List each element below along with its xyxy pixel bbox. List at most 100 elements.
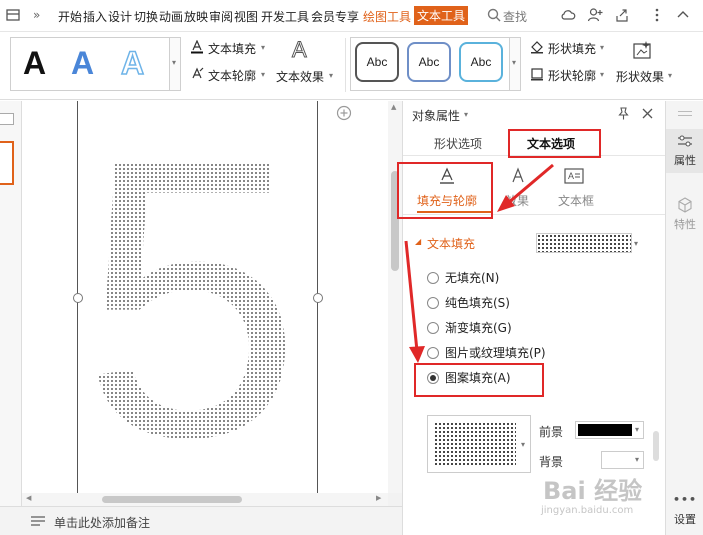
radio-picture-fill[interactable] (427, 347, 439, 359)
cloud-sync-icon[interactable] (560, 7, 576, 23)
ribbon-separator (345, 38, 346, 92)
menu-design[interactable]: 设计 (108, 8, 132, 25)
radio-no-fill[interactable] (427, 272, 439, 284)
shape-style-1[interactable]: Abc (355, 42, 399, 82)
search-icon[interactable] (486, 7, 502, 23)
menu-view[interactable]: 视图 (234, 8, 258, 25)
scroll-up-icon[interactable]: ▲ (391, 103, 396, 111)
foreground-color-picker[interactable]: ▾ (575, 421, 644, 439)
slide-thumbnail[interactable] (0, 141, 14, 185)
sidebar-features-button[interactable]: 特性 (666, 193, 703, 237)
menu-text-tools[interactable]: 文本工具 (414, 6, 469, 25)
shape-gallery-expand[interactable]: ▾ (510, 37, 521, 91)
radio-solid-fill[interactable] (427, 297, 439, 309)
tab-shape-options[interactable]: 形状选项 (434, 135, 482, 152)
text-outline-button[interactable]: 文本轮廓 (208, 67, 256, 84)
resize-handle-right[interactable] (313, 293, 323, 303)
text-fill-icon[interactable] (190, 40, 204, 54)
sidebar-properties-label: 属性 (674, 154, 696, 167)
option-gradient-fill[interactable]: 渐变填充(G) (427, 319, 512, 337)
shape-effects-button[interactable]: 形状效果 (616, 68, 664, 85)
pattern-picker[interactable]: ▾ (427, 415, 531, 473)
more-options-icon[interactable] (649, 7, 665, 23)
menu-member[interactable]: 会员专享 (311, 8, 359, 25)
notes-placeholder[interactable]: 单击此处添加备注 (54, 514, 150, 531)
slide-page[interactable]: 5 (22, 101, 388, 493)
menu-animation[interactable]: 动画 (159, 8, 183, 25)
vertical-scrollbar[interactable]: ▲ (388, 101, 402, 493)
pin-icon[interactable] (617, 107, 630, 120)
panel-title[interactable]: 对象属性 (412, 107, 460, 124)
scroll-right-icon[interactable]: ▶ (376, 494, 381, 502)
pattern-filled-text[interactable]: 5 (82, 135, 312, 455)
background-label: 背景 (539, 455, 564, 469)
label-no-fill: 无填充(N) (445, 271, 500, 285)
shape-style-2[interactable]: Abc (407, 42, 451, 82)
highlight-fill-outline (397, 162, 493, 219)
wordart-style-black[interactable]: A (23, 46, 46, 80)
fill-pattern-preview[interactable] (536, 233, 632, 253)
notes-bar[interactable]: 单击此处添加备注 (0, 506, 402, 535)
menu-insert[interactable]: 插入 (83, 8, 107, 25)
effects-icon[interactable] (509, 167, 527, 185)
add-circle-icon[interactable] (336, 105, 352, 121)
textbox-icon[interactable]: A (564, 167, 584, 185)
menu-slideshow[interactable]: 放映 (184, 8, 208, 25)
menu-transition[interactable]: 切换 (134, 8, 158, 25)
subtab-effects[interactable]: 效果 (505, 192, 529, 209)
watermark-brand: Bai 经验 (543, 477, 643, 505)
wordart-gallery-expand[interactable]: ▾ (170, 37, 181, 91)
pattern-preview (434, 422, 516, 466)
shape-outline-button[interactable]: 形状轮廓 (548, 67, 596, 84)
text-fill-button[interactable]: 文本填充 (208, 40, 256, 57)
horizontal-scrollbar[interactable]: ◀ ▶ (22, 493, 388, 506)
option-picture-fill[interactable]: 图片或纹理填充(P) (427, 344, 546, 362)
highlight-pattern-fill (414, 363, 544, 397)
digit-five: 5 (82, 135, 302, 455)
cube-icon (678, 197, 692, 213)
collapse-section-icon[interactable]: ◢ (415, 237, 421, 246)
wordart-style-blue[interactable]: A (71, 46, 94, 80)
collapse-ribbon-icon[interactable] (5, 7, 21, 23)
shape-fill-button[interactable]: 形状填充 (548, 40, 596, 57)
slide-canvas: 5 ▲ ◀ ▶ (0, 101, 402, 506)
wordart-style-gallery: A A A (10, 37, 170, 91)
menu-drawing-tools[interactable]: 绘图工具 (363, 8, 411, 25)
radio-gradient-fill[interactable] (427, 322, 439, 334)
sidebar-settings-button[interactable]: ••• 设置 (666, 493, 703, 529)
thumbnail-toggle-icon[interactable] (0, 113, 14, 125)
menu-home[interactable]: 开始 (58, 8, 82, 25)
watermark-site: jingyan.baidu.com (541, 505, 634, 516)
label-gradient-fill: 渐变填充(G) (445, 321, 512, 335)
menu-review[interactable]: 审阅 (209, 8, 233, 25)
text-effects-icon[interactable]: A (292, 37, 308, 63)
sidebar-properties-button[interactable]: 属性 (666, 129, 703, 173)
wordart-style-outline[interactable]: A (120, 45, 145, 81)
panel-scrollbar[interactable] (653, 431, 659, 461)
shape-effects-icon[interactable] (632, 40, 654, 62)
close-icon[interactable] (642, 108, 653, 119)
sidebar-features-label: 特性 (674, 218, 696, 231)
export-share-icon[interactable] (614, 7, 630, 23)
text-effects-button[interactable]: 文本效果 (276, 68, 324, 85)
chevron-up-icon[interactable] (675, 7, 691, 23)
scroll-left-icon[interactable]: ◀ (26, 494, 31, 502)
more-menu-icon[interactable]: » (33, 8, 40, 22)
section-text-fill[interactable]: 文本填充 (427, 235, 475, 252)
shape-outline-icon[interactable] (530, 67, 544, 81)
text-outline-icon[interactable] (190, 67, 204, 81)
label-picture-fill: 图片或纹理填充(P) (445, 346, 546, 360)
menu-bar: » 开始 插入 设计 切换 动画 放映 审阅 视图 开发工具 会员专享 绘图工具… (0, 0, 703, 32)
option-solid-fill[interactable]: 纯色填充(S) (427, 294, 510, 312)
sliders-icon (678, 135, 692, 147)
horizontal-scroll-thumb[interactable] (102, 496, 242, 503)
menu-developer[interactable]: 开发工具 (261, 8, 309, 25)
share-user-icon[interactable] (587, 7, 603, 23)
option-no-fill[interactable]: 无填充(N) (427, 269, 499, 287)
shape-fill-icon[interactable] (530, 40, 544, 54)
sidebar-settings-label: 设置 (674, 513, 696, 526)
search-label[interactable]: 查找 (503, 8, 527, 25)
subtab-textbox[interactable]: 文本框 (558, 192, 594, 209)
background-color-picker[interactable]: ▾ (601, 451, 644, 469)
shape-style-3[interactable]: Abc (459, 42, 503, 82)
